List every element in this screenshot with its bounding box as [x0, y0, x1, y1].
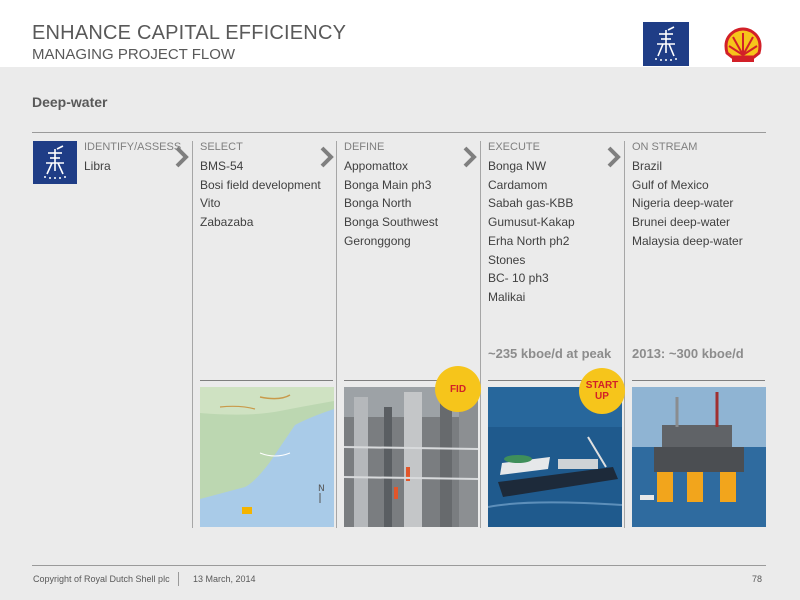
list-item: Libra	[84, 159, 111, 173]
footer-copyright: Copyright of Royal Dutch Shell plc	[33, 574, 170, 584]
chevron-right-icon	[607, 146, 621, 168]
list-item: Malikai	[488, 289, 526, 304]
list-item: Malaysia deep-water	[632, 233, 743, 248]
list-item: Erha North ph2	[488, 233, 570, 248]
list-item: Gumusut-Kakap	[488, 215, 575, 230]
list-item: Gulf of Mexico	[632, 177, 709, 192]
stage-execute: EXECUTE Bonga NW Cardamom Sabah gas-KBB …	[488, 141, 623, 307]
platform-icon	[33, 141, 77, 184]
list-item: Appomattox	[344, 159, 409, 173]
list-item: Brazil	[632, 159, 663, 173]
page-number: 78	[752, 574, 763, 584]
stage-header: EXECUTE	[488, 141, 540, 153]
stage-onstream: ON STREAM Brazil Gulf of Mexico Nigeria …	[632, 141, 767, 251]
chevron-right-icon	[463, 146, 477, 168]
column-divider	[192, 141, 193, 528]
divider	[200, 380, 333, 381]
stage-identify: IDENTIFY/ASSESS Libra	[84, 141, 219, 176]
list-item: Vito	[200, 196, 221, 211]
divider	[178, 572, 179, 586]
divider	[632, 380, 765, 381]
stage-header: IDENTIFY/ASSESS	[84, 141, 182, 153]
stage-header: ON STREAM	[632, 141, 698, 153]
stage-select: SELECT BMS-54 Bosi field development Vit…	[200, 141, 335, 232]
list-item: Cardamom	[488, 177, 548, 192]
page-subtitle: MANAGING PROJECT FLOW	[32, 46, 236, 63]
execute-metric: ~235 kboe/d at peak	[488, 346, 612, 361]
list-item: Geronggong	[344, 233, 411, 248]
list-item: Stones	[488, 252, 526, 267]
list-item: Nigeria deep-water	[632, 196, 734, 211]
svg-text:N: N	[318, 484, 325, 494]
list-item: Bosi field development	[200, 177, 321, 192]
stage-header: SELECT	[200, 141, 243, 153]
fid-badge-label: FID	[449, 383, 467, 395]
onstream-metric: 2013: ~300 kboe/d	[632, 346, 744, 361]
startup-badge: START UP	[579, 368, 625, 414]
shell-pecten-logo	[721, 26, 765, 66]
column-divider	[336, 141, 337, 528]
chevron-right-icon	[320, 146, 334, 168]
column-divider	[480, 141, 481, 528]
section-title: Deep-water	[32, 94, 108, 110]
header-bar: ENHANCE CAPITAL EFFICIENCY MANAGING PROJ…	[0, 0, 800, 67]
list-item: BC- 10 ph3	[488, 271, 549, 286]
page-title: ENHANCE CAPITAL EFFICIENCY	[32, 22, 347, 44]
stage-define: DEFINE Appomattox Bonga Main ph3 Bonga N…	[344, 141, 479, 251]
list-item: BMS-54	[200, 159, 244, 173]
list-item: Sabah gas-KBB	[488, 196, 574, 211]
column-divider	[624, 141, 625, 528]
list-item: Brunei deep-water	[632, 215, 731, 230]
list-item: Bonga North	[344, 196, 412, 211]
platform-icon	[643, 22, 689, 66]
platform-photo	[632, 387, 766, 527]
divider	[32, 132, 766, 133]
chevron-right-icon	[175, 146, 189, 168]
startup-badge-label-2: UP	[595, 391, 609, 402]
stage-header: DEFINE	[344, 141, 385, 153]
fid-badge: FID	[435, 366, 481, 412]
map-image: N	[200, 387, 334, 527]
list-item: Bonga Southwest	[344, 215, 439, 230]
list-item: Bonga NW	[488, 159, 547, 173]
list-item: Bonga Main ph3	[344, 177, 432, 192]
footer-date: 13 March, 2014	[193, 574, 256, 584]
list-item: Zabazaba	[200, 215, 254, 230]
startup-badge-label-1: START	[585, 380, 619, 391]
divider	[32, 565, 766, 566]
